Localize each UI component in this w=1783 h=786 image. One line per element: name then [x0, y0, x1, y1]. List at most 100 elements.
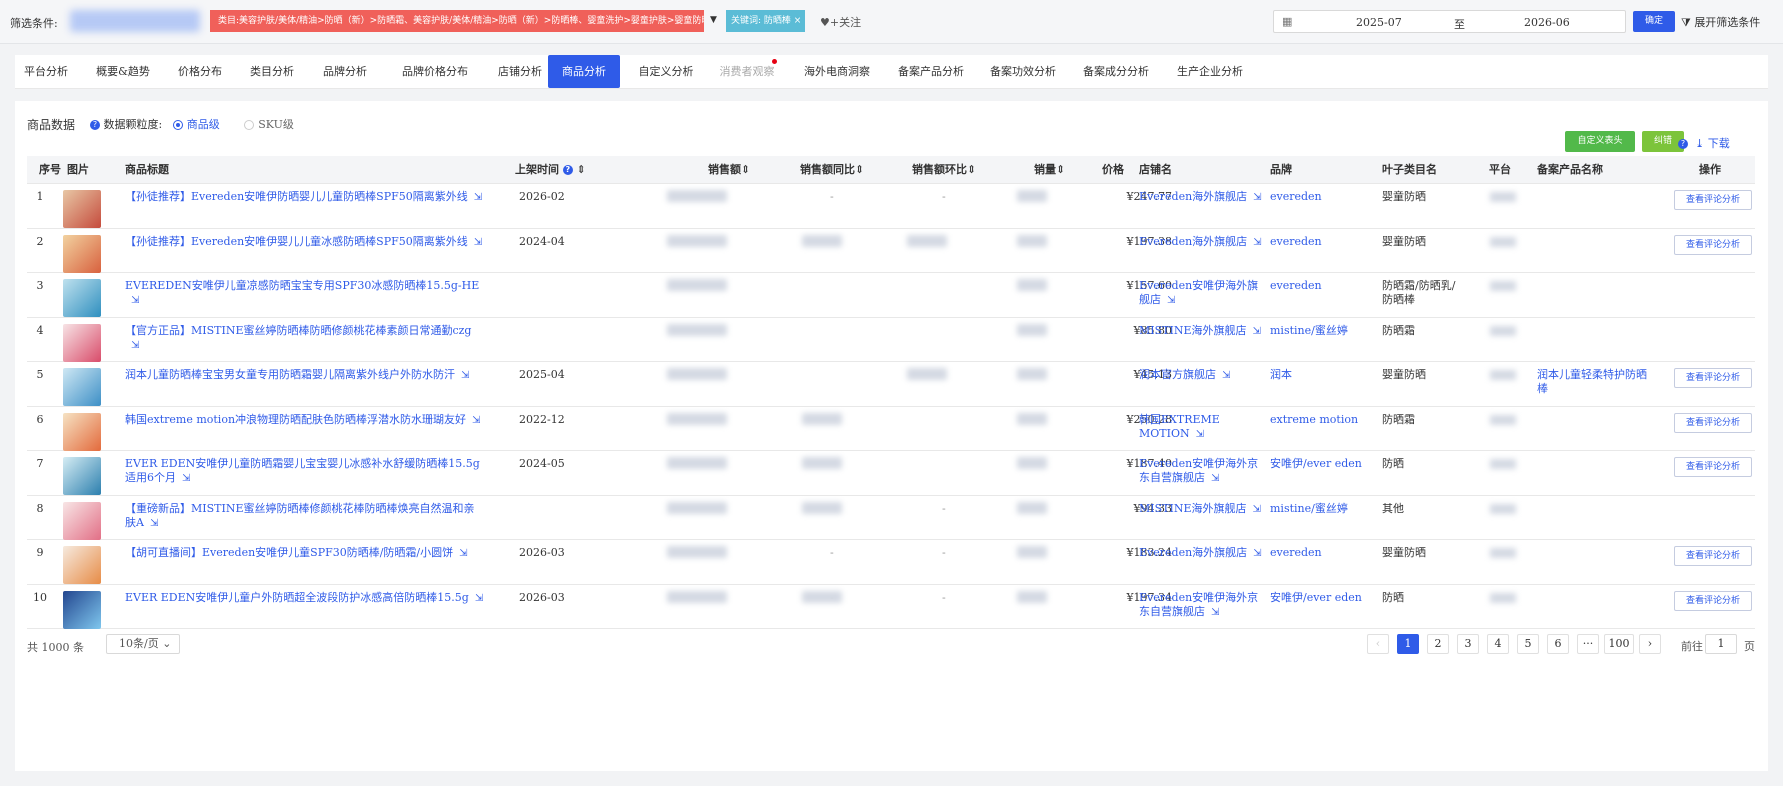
product-title-link[interactable]: 韩国extreme motion冲浪物理防晒配肤色防晒棒浮潜水防水珊瑚友好 ⇲: [125, 413, 485, 428]
external-link-icon[interactable]: ⇲: [1252, 325, 1260, 339]
external-link-icon[interactable]: ⇲: [1222, 369, 1230, 383]
product-thumbnail[interactable]: [63, 546, 101, 584]
product-title-link[interactable]: EVER EDEN安唯伊儿童防晒霜婴儿宝宝婴儿冰感补水舒缓防晒棒15.5g适用6…: [125, 457, 485, 486]
external-link-icon[interactable]: ⇲: [1211, 472, 1219, 486]
external-link-icon[interactable]: ⇲: [182, 472, 190, 486]
shop-link[interactable]: 润本官方旗舰店 ⇲: [1139, 368, 1264, 383]
expand-filter-button[interactable]: ⧩ 展开筛选条件: [1681, 14, 1760, 30]
category-filter-tag[interactable]: 类目:美容护肤/美体/精油>防晒（新）>防晒霜、美容护肤/美体/精油>防晒（新）…: [210, 10, 704, 32]
product-title-link[interactable]: 【官方正品】MISTINE蜜丝婷防晒棒防晒修颜桃花棒素颜日常通勤czg ⇲: [125, 324, 485, 353]
product-thumbnail[interactable]: [63, 234, 101, 273]
product-thumbnail[interactable]: [63, 501, 101, 540]
col-mom[interactable]: 销售额环比⇕: [912, 156, 976, 184]
brand-link[interactable]: mistine/蜜丝婷: [1270, 324, 1380, 338]
page-4[interactable]: 4: [1487, 634, 1509, 654]
tab-brand-price[interactable]: 品牌价格分布: [387, 55, 483, 88]
confirm-button[interactable]: 确定: [1633, 11, 1675, 32]
product-title-link[interactable]: EVEREDEN安唯伊儿童凉感防晒宝宝专用SPF30冰感防晒棒15.5g-HE ⇲: [125, 279, 485, 308]
view-review-button[interactable]: 查看评论分析: [1674, 590, 1752, 611]
product-thumbnail[interactable]: [63, 590, 101, 629]
tab-record-effect[interactable]: 备案功效分析: [975, 55, 1071, 88]
brand-link[interactable]: evereden: [1270, 279, 1380, 293]
external-link-icon[interactable]: ⇲: [1253, 236, 1261, 250]
shop-link[interactable]: Evereden海外旗舰店 ⇲: [1139, 546, 1264, 561]
page-5[interactable]: 5: [1517, 634, 1539, 654]
product-title-link[interactable]: 【重磅新品】MISTINE蜜丝婷防晒棒修颜桃花棒防晒棒焕亮自然温和亲肤A ⇲: [125, 502, 485, 531]
chevron-down-icon[interactable]: ▼: [710, 15, 717, 25]
tab-platform[interactable]: 平台分析: [15, 55, 77, 88]
shop-link[interactable]: Evereden海外旗舰店 ⇲: [1139, 235, 1264, 250]
tab-manufacturer[interactable]: 生产企业分析: [1161, 55, 1259, 88]
keyword-filter-tag[interactable]: 关键词: 防晒棒 ×: [726, 10, 805, 32]
brand-link[interactable]: mistine/蜜丝婷: [1270, 502, 1380, 516]
tab-price[interactable]: 价格分布: [165, 55, 235, 88]
external-link-icon[interactable]: ⇲: [131, 294, 139, 308]
page-1[interactable]: 1: [1397, 634, 1419, 654]
follow-button[interactable]: ♥+关注: [820, 14, 861, 30]
external-link-icon[interactable]: ⇲: [1253, 547, 1261, 561]
brand-link[interactable]: evereden: [1270, 190, 1380, 204]
product-title-link[interactable]: 润本儿童防晒棒宝宝男女童专用防晒霜婴儿隔离紫外线户外防水防汗 ⇲: [125, 368, 485, 383]
external-link-icon[interactable]: ⇲: [474, 191, 482, 205]
shop-link[interactable]: Evereden海外旗舰店 ⇲: [1139, 190, 1264, 205]
page-size-select[interactable]: 10条/页 ⌄: [106, 634, 180, 654]
view-review-button[interactable]: 查看评论分析: [1674, 457, 1752, 477]
tab-record-product[interactable]: 备案产品分析: [881, 55, 981, 88]
view-review-button[interactable]: 查看评论分析: [1674, 234, 1752, 255]
view-review-button[interactable]: 查看评论分析: [1674, 190, 1752, 210]
product-thumbnail[interactable]: [63, 190, 101, 228]
external-link-icon[interactable]: ⇲: [472, 414, 480, 428]
col-date[interactable]: 上架时间 ? ⇕: [515, 156, 586, 184]
page-3[interactable]: 3: [1457, 634, 1479, 654]
brand-link[interactable]: 安唯伊/ever eden: [1270, 591, 1380, 605]
product-thumbnail[interactable]: [63, 279, 101, 317]
tab-overseas[interactable]: 海外电商洞察: [787, 55, 887, 88]
external-link-icon[interactable]: ⇲: [1167, 294, 1175, 308]
product-thumbnail[interactable]: [63, 368, 101, 406]
help-icon[interactable]: ?: [90, 120, 100, 130]
brand-link[interactable]: 安唯伊/ever eden: [1270, 457, 1380, 471]
tab-brand[interactable]: 品牌分析: [310, 55, 380, 88]
col-yoy[interactable]: 销售额同比⇕: [800, 156, 864, 184]
external-link-icon[interactable]: ⇲: [475, 592, 483, 606]
external-link-icon[interactable]: ⇲: [1253, 191, 1261, 205]
goto-page-input[interactable]: 1: [1705, 634, 1737, 654]
brand-link[interactable]: evereden: [1270, 235, 1380, 249]
page-ellipsis[interactable]: ···: [1577, 634, 1599, 654]
brand-link[interactable]: extreme motion: [1270, 413, 1380, 427]
tab-shop[interactable]: 店铺分析: [485, 55, 555, 88]
custom-header-button[interactable]: 自定义表头: [1565, 131, 1635, 152]
col-sales[interactable]: 销售额⇕: [708, 156, 750, 184]
brand-link[interactable]: evereden: [1270, 546, 1380, 560]
page-100[interactable]: 100: [1604, 634, 1634, 654]
external-link-icon[interactable]: ⇲: [1252, 503, 1260, 517]
tab-custom[interactable]: 自定义分析: [627, 55, 705, 88]
view-review-button[interactable]: 查看评论分析: [1674, 546, 1752, 566]
tab-product[interactable]: 商品分析: [548, 55, 620, 88]
product-title-link[interactable]: 【孙徒推荐】Evereden安唯伊婴儿儿童冰感防晒棒SPF50隔离紫外线 ⇲: [125, 235, 485, 250]
product-thumbnail[interactable]: [63, 323, 101, 362]
product-title-link[interactable]: 【孙徒推荐】Evereden安唯伊防晒婴儿儿童防晒棒SPF50隔离紫外线 ⇲: [125, 190, 485, 205]
brand-link[interactable]: 润本: [1270, 368, 1380, 382]
download-button[interactable]: ? ⤓ 下载: [1678, 135, 1730, 151]
shop-link[interactable]: Evereden安唯伊海外京东自营旗舰店 ⇲: [1139, 591, 1264, 620]
external-link-icon[interactable]: ⇲: [131, 339, 139, 353]
external-link-icon[interactable]: ⇲: [1211, 606, 1219, 620]
tab-record-ingredient[interactable]: 备案成分分析: [1067, 55, 1165, 88]
shop-link[interactable]: 韩国EXTREME MOTION ⇲: [1139, 413, 1264, 442]
product-thumbnail[interactable]: [63, 457, 101, 495]
prev-page-button[interactable]: ‹: [1367, 634, 1389, 654]
external-link-icon[interactable]: ⇲: [1196, 428, 1204, 442]
shop-link[interactable]: Evereden安唯伊海外京东自营旗舰店 ⇲: [1139, 457, 1264, 486]
external-link-icon[interactable]: ⇲: [150, 517, 158, 531]
date-from[interactable]: 2025-07: [1356, 16, 1402, 29]
product-thumbnail[interactable]: [63, 412, 101, 451]
external-link-icon[interactable]: ⇲: [461, 369, 469, 383]
product-title-link[interactable]: 【胡可直播间】Evereden安唯伊儿童SPF30防晒棒/防晒霜/小圆饼 ⇲: [125, 546, 485, 561]
shop-link[interactable]: MISTINE海外旗舰店 ⇲: [1139, 502, 1264, 517]
page-2[interactable]: 2: [1427, 634, 1449, 654]
date-range-picker[interactable]: ▦ 2025-07 至 2026-06: [1273, 10, 1626, 33]
col-volume[interactable]: 销量⇕: [1034, 156, 1065, 184]
view-review-button[interactable]: 查看评论分析: [1674, 412, 1752, 433]
radio-product-level[interactable]: [172, 120, 183, 130]
